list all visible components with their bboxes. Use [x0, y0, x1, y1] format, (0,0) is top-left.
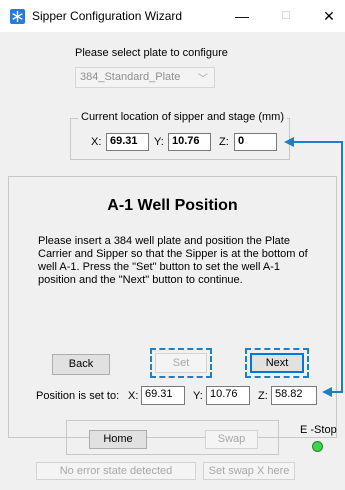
set-y-field[interactable]: 10.76	[206, 386, 250, 405]
home-button[interactable]: Home	[89, 430, 147, 449]
current-x-label: X:	[91, 136, 102, 148]
estop-indicator-icon	[312, 441, 323, 452]
set-z-label: Z:	[258, 390, 268, 402]
current-y-field: 10.76	[168, 133, 211, 151]
current-x-field: 69.31	[106, 133, 149, 151]
maximize-button: ☐	[281, 10, 291, 22]
close-button[interactable]: ✕	[315, 6, 343, 26]
current-z-field: 0	[234, 133, 277, 151]
current-location-legend: Current location of sipper and stage (mm…	[78, 111, 287, 123]
annotation-arrow	[284, 137, 343, 397]
swap-button: Swap	[205, 430, 258, 449]
minimize-button[interactable]: —	[228, 6, 256, 26]
set-x-label: X:	[128, 390, 139, 402]
plate-select[interactable]: 384_Standard_Plate ﹀	[75, 67, 215, 88]
current-y-label: Y:	[154, 136, 164, 148]
current-z-label: Z:	[219, 136, 229, 148]
set-button: Set	[155, 353, 207, 373]
estop-label: E -Stop	[300, 424, 337, 436]
set-swap-button: Set swap X here	[203, 462, 295, 480]
plate-prompt: Please select plate to configure	[75, 47, 228, 59]
back-button[interactable]: Back	[52, 354, 110, 375]
title-bar: Sipper Configuration Wizard — ☐ ✕	[0, 0, 345, 32]
set-x-field[interactable]: 69.31	[141, 386, 185, 405]
step-instructions: Please insert a 384 well plate and posit…	[38, 235, 308, 286]
chevron-down-icon: ﹀	[198, 74, 208, 85]
window-title: Sipper Configuration Wizard	[32, 9, 183, 23]
plate-select-value: 384_Standard_Plate	[80, 71, 181, 83]
position-set-label: Position is set to:	[36, 390, 120, 402]
set-y-label: Y:	[193, 390, 203, 402]
snowflake-icon	[10, 9, 25, 24]
error-state-button: No error state detected	[36, 462, 196, 480]
